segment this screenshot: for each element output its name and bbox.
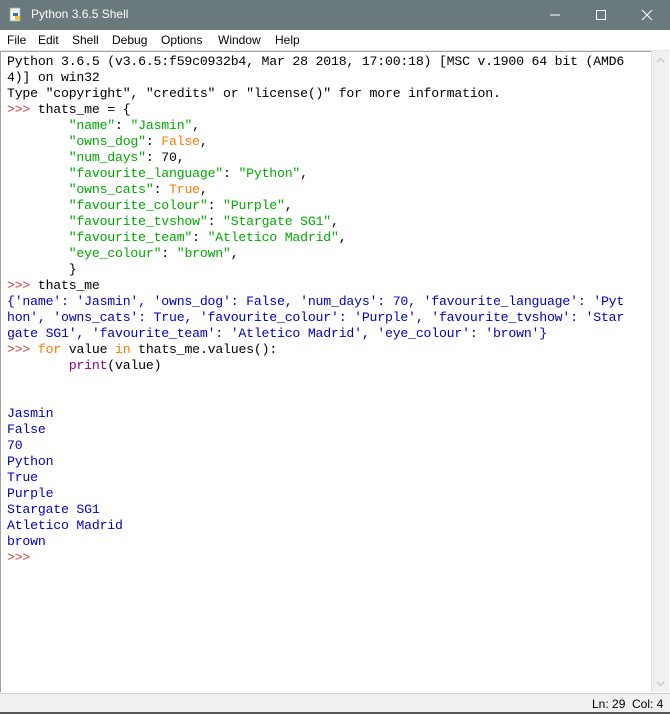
output-line: False — [7, 422, 46, 437]
menu-options[interactable]: Options — [161, 33, 202, 47]
prompt: >>> — [7, 342, 31, 357]
status-bar: Ln: 29 Col: 4 — [0, 693, 670, 713]
chevron-down-icon — [656, 681, 665, 686]
dict-key: "eye_colour" — [68, 246, 162, 261]
output-line: gate SG1', 'favourite_team': 'Atletico M… — [7, 326, 547, 341]
column-number: Col: 4 — [632, 697, 664, 711]
menu-debug[interactable]: Debug — [112, 33, 147, 47]
output-line: {'name': 'Jasmin', 'owns_dog': False, 'n… — [7, 294, 625, 309]
menu-edit[interactable]: Edit — [38, 33, 59, 47]
dict-value: "Stargate SG1" — [223, 214, 332, 229]
minimize-button[interactable] — [532, 0, 578, 30]
scroll-up-button[interactable] — [652, 51, 669, 68]
input-line: thats_me = { — [30, 102, 131, 117]
title-bar[interactable]: Python 3.6.5 Shell — [0, 0, 670, 30]
dict-value: "Jasmin" — [130, 118, 193, 133]
window-title: Python 3.6.5 Shell — [31, 7, 129, 21]
prompt: >>> — [7, 102, 31, 117]
dict-value: "Python" — [238, 166, 301, 181]
menu-shell[interactable]: Shell — [72, 33, 99, 47]
dict-value: False — [161, 134, 200, 149]
loop-var: value — [61, 342, 116, 357]
banner-line: 4)] on win32 — [7, 70, 100, 85]
dict-key: "favourite_language" — [68, 166, 223, 181]
dict-key: "favourite_team" — [68, 230, 193, 245]
python-idle-icon — [8, 7, 24, 23]
dict-key: "name" — [68, 118, 116, 133]
menu-window[interactable]: Window — [218, 33, 261, 47]
dict-value: "Purple" — [223, 198, 285, 213]
shell-text-area[interactable]: Python 3.6.5 (v3.6.5:f59c0932b4, Mar 28 … — [0, 51, 651, 692]
line-number: Ln: 29 — [592, 697, 626, 711]
close-icon — [641, 9, 653, 21]
banner-line: Python 3.6.5 (v3.6.5:f59c0932b4, Mar 28 … — [7, 54, 625, 69]
close-button[interactable] — [624, 0, 670, 30]
output-line: brown — [7, 534, 46, 549]
dict-key: "owns_cats" — [68, 182, 154, 197]
output-line: 70 — [7, 438, 23, 453]
dict-key: "owns_dog" — [68, 134, 146, 149]
output-line: Purple — [7, 486, 54, 501]
output-line: Python — [7, 454, 54, 469]
dict-value: 70 — [161, 150, 177, 165]
dict-key: "favourite_colour" — [68, 198, 208, 213]
output-line: True — [7, 470, 38, 485]
loop-iterable: thats_me.values(): — [130, 342, 278, 357]
shell-content: Python 3.6.5 (v3.6.5:f59c0932b4, Mar 28 … — [7, 54, 625, 565]
minimize-icon — [550, 14, 560, 16]
dict-key: "favourite_tvshow" — [68, 214, 208, 229]
output-line: Atletico Madrid — [7, 518, 123, 533]
menu-file[interactable]: File — [7, 33, 26, 47]
chevron-up-icon — [656, 57, 665, 62]
dict-value: "Atletico Madrid" — [207, 230, 339, 245]
closing-brace: } — [68, 262, 77, 277]
keyword-for: for — [37, 342, 62, 357]
builtin-print: print — [68, 358, 108, 373]
prompt: >>> — [7, 550, 31, 565]
keyword-in: in — [115, 342, 131, 357]
dict-value: True — [169, 182, 200, 197]
menu-bar: File Edit Shell Debug Options Window Hel… — [0, 30, 670, 51]
output-line: Jasmin — [7, 406, 54, 421]
output-line: hon', 'owns_cats': True, 'favourite_colo… — [7, 310, 625, 325]
input-line: thats_me — [30, 278, 100, 293]
dict-value: "brown" — [176, 246, 231, 261]
menu-help[interactable]: Help — [275, 33, 300, 47]
maximize-icon — [596, 10, 606, 20]
vertical-scrollbar[interactable] — [651, 51, 669, 692]
banner-line: Type "copyright", "credits" or "license(… — [7, 86, 501, 101]
scroll-down-button[interactable] — [652, 675, 669, 692]
print-args: (value) — [107, 358, 162, 373]
output-line: Stargate SG1 — [7, 502, 100, 517]
maximize-button[interactable] — [578, 0, 624, 30]
prompt: >>> — [7, 278, 31, 293]
dict-key: "num_days" — [68, 150, 146, 165]
